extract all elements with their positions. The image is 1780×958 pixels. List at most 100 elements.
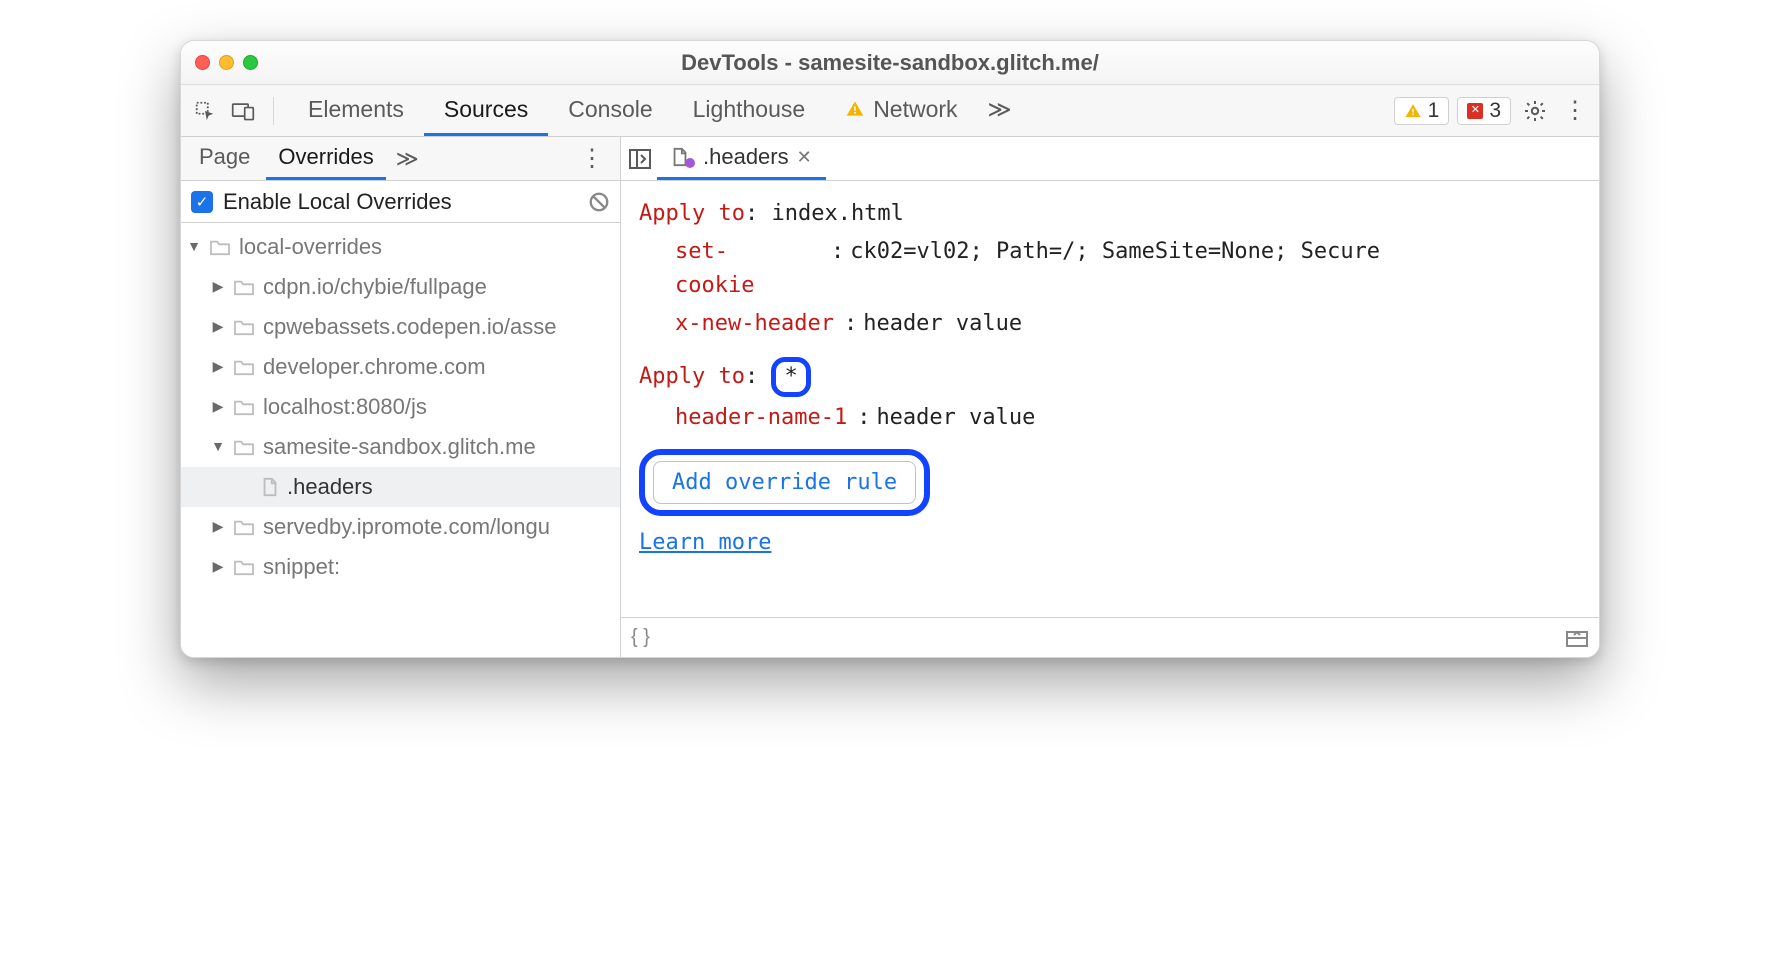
- disclosure-triangle-icon: [187, 238, 201, 254]
- tree-folder[interactable]: servedby.ipromote.com/longu: [181, 507, 620, 547]
- errors-counter[interactable]: ✕ 3: [1457, 97, 1511, 125]
- devtools-window: DevTools - samesite-sandbox.glitch.me/ E…: [180, 40, 1600, 658]
- close-tab-icon[interactable]: ✕: [797, 147, 812, 168]
- header-value: ck02=vl02; Path=/; SameSite=None; Secure: [850, 235, 1581, 269]
- learn-more-link[interactable]: Learn more: [639, 526, 771, 560]
- tree-folder[interactable]: cdpn.io/chybie/fullpage: [181, 267, 620, 307]
- minimize-window-button[interactable]: [219, 55, 234, 70]
- tree-folder[interactable]: localhost:8080/js: [181, 387, 620, 427]
- warning-icon: [1404, 102, 1422, 120]
- tree-folder[interactable]: snippet:: [181, 547, 620, 587]
- editor-tab-label: .headers: [703, 144, 789, 170]
- sidebar-kebab-icon[interactable]: ⋮: [570, 144, 614, 173]
- disclosure-triangle-icon: [211, 318, 225, 335]
- disclosure-triangle-icon: [211, 518, 225, 535]
- warning-icon: [845, 99, 865, 119]
- subtab-page[interactable]: Page: [187, 137, 262, 180]
- header-name: header-name-1: [675, 401, 857, 435]
- disclosure-triangle-icon: [211, 398, 225, 415]
- close-window-button[interactable]: [195, 55, 210, 70]
- tree-folder-open[interactable]: samesite-sandbox.glitch.me: [181, 427, 620, 467]
- sources-sidebar: Page Overrides ≫ ⋮ ✓ Enable Local Overri…: [181, 137, 621, 657]
- window-controls: [195, 55, 258, 70]
- disclosure-triangle-icon: [211, 438, 225, 454]
- apply-to-line: Apply to: index.html: [639, 197, 1581, 231]
- zoom-window-button[interactable]: [243, 55, 258, 70]
- colon: :: [838, 307, 863, 341]
- titlebar: DevTools - samesite-sandbox.glitch.me/: [181, 41, 1599, 85]
- tree-label: servedby.ipromote.com/longu: [263, 514, 550, 540]
- apply-label: Apply to: [639, 364, 745, 389]
- tree-folder[interactable]: cpwebassets.codepen.io/asse: [181, 307, 620, 347]
- enable-overrides-checkbox[interactable]: ✓: [191, 191, 213, 213]
- subtab-overrides[interactable]: Overrides: [266, 137, 385, 180]
- header-value: header value: [876, 401, 1581, 435]
- tree-root[interactable]: local-overrides: [181, 227, 620, 267]
- tab-network-label: Network: [873, 96, 957, 123]
- headers-editor[interactable]: Apply to: index.html set- cookie : ck02=…: [621, 181, 1599, 617]
- tree-label: cdpn.io/chybie/fullpage: [263, 274, 487, 300]
- sidebar-subtabs: Page Overrides ≫ ⋮: [181, 137, 620, 181]
- folder-icon: [233, 558, 255, 576]
- apply-target-highlighted: *: [771, 357, 810, 397]
- folder-icon: [233, 318, 255, 336]
- tree-label: samesite-sandbox.glitch.me: [263, 434, 536, 460]
- folder-icon: [233, 358, 255, 376]
- tree-file-selected[interactable]: .headers: [181, 467, 620, 507]
- modified-dot-icon: [685, 158, 695, 168]
- editor-panel: .headers ✕ Apply to: index.html set- coo…: [621, 137, 1599, 657]
- header-row[interactable]: header-name-1 : header value: [675, 401, 1581, 435]
- show-drawer-icon[interactable]: [1565, 628, 1589, 648]
- file-tree: local-overrides cdpn.io/chybie/fullpage …: [181, 223, 620, 657]
- folder-icon: [233, 518, 255, 536]
- tab-console[interactable]: Console: [548, 85, 672, 136]
- header-name: set- cookie: [675, 235, 825, 303]
- braces-icon[interactable]: { }: [631, 626, 650, 649]
- apply-label: Apply to: [639, 201, 745, 226]
- apply-to-line: Apply to: *: [639, 357, 1581, 397]
- folder-icon: [233, 438, 255, 456]
- folder-icon: [233, 278, 255, 296]
- file-icon: [261, 477, 279, 497]
- toolbar-right: 1 ✕ 3 ⋮: [1394, 95, 1591, 127]
- folder-icon: [209, 238, 231, 256]
- tab-network[interactable]: Network: [825, 85, 977, 136]
- enable-overrides-label: Enable Local Overrides: [223, 189, 452, 215]
- enable-overrides-row: ✓ Enable Local Overrides: [181, 181, 620, 223]
- warnings-counter[interactable]: 1: [1394, 97, 1450, 125]
- main-toolbar: Elements Sources Console Lighthouse Netw…: [181, 85, 1599, 137]
- tree-root-label: local-overrides: [239, 234, 382, 260]
- header-value: header value: [863, 307, 1581, 341]
- tabs-overflow[interactable]: ≫: [978, 85, 1022, 136]
- editor-footer: { }: [621, 617, 1599, 657]
- disclosure-triangle-icon: [211, 558, 225, 575]
- subtabs-overflow[interactable]: ≫: [390, 146, 425, 172]
- header-row[interactable]: set- cookie : ck02=vl02; Path=/; SameSit…: [675, 235, 1581, 303]
- toggle-navigator-icon[interactable]: [625, 148, 655, 170]
- tree-label: .headers: [287, 474, 373, 500]
- editor-tabs: .headers ✕: [621, 137, 1599, 181]
- folder-icon: [233, 398, 255, 416]
- tab-sources[interactable]: Sources: [424, 85, 548, 136]
- kebab-menu-icon[interactable]: ⋮: [1559, 95, 1591, 127]
- settings-icon[interactable]: [1519, 95, 1551, 127]
- add-override-rule-button[interactable]: Add override rule: [653, 461, 916, 504]
- device-toolbar-icon[interactable]: [227, 95, 259, 127]
- disclosure-triangle-icon: [211, 358, 225, 375]
- inspect-element-icon[interactable]: [189, 95, 221, 127]
- colon: :: [851, 401, 876, 435]
- header-row[interactable]: x-new-header : header value: [675, 307, 1581, 341]
- editor-tab-headers[interactable]: .headers ✕: [657, 137, 826, 180]
- tab-lighthouse[interactable]: Lighthouse: [673, 85, 826, 136]
- errors-count: 3: [1489, 99, 1501, 123]
- tree-folder[interactable]: developer.chrome.com: [181, 347, 620, 387]
- clear-overrides-icon[interactable]: [588, 191, 610, 213]
- separator: [273, 97, 274, 125]
- tree-label: cpwebassets.codepen.io/asse: [263, 314, 557, 340]
- warnings-count: 1: [1428, 99, 1440, 123]
- tab-elements[interactable]: Elements: [288, 85, 424, 136]
- apply-target: index.html: [771, 201, 903, 226]
- tree-label: localhost:8080/js: [263, 394, 427, 420]
- tree-label: snippet:: [263, 554, 340, 580]
- header-name: x-new-header: [675, 307, 844, 341]
